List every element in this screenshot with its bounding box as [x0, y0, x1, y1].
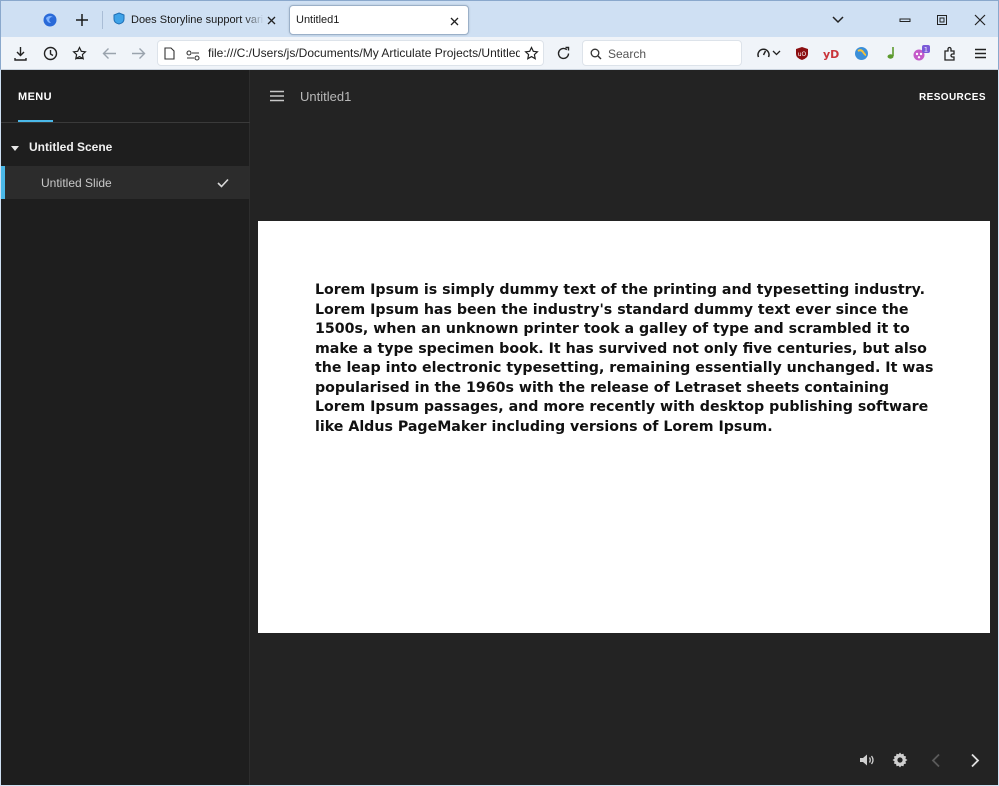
chevron-down-icon[interactable] [767, 40, 785, 66]
tab-separator [102, 11, 103, 29]
svg-text:uO: uO [798, 51, 807, 58]
menu-slide-item[interactable]: Untitled Slide [1, 166, 249, 199]
bookmarks-star-list-icon[interactable] [66, 40, 92, 66]
bookmark-star-icon[interactable] [518, 40, 544, 66]
close-tab-icon[interactable] [446, 13, 462, 29]
browser-nav-bar: file:///C:/Users/js/Documents/My Articul… [0, 37, 999, 70]
slide-title: Untitled Slide [41, 176, 112, 190]
yomitan-icon[interactable]: yD [819, 40, 845, 66]
history-icon[interactable] [37, 40, 63, 66]
tab-untitled1[interactable]: Untitled1 [289, 5, 469, 35]
close-tab-icon[interactable] [263, 12, 279, 28]
scene-item[interactable]: Untitled Scene [11, 140, 112, 154]
volume-icon[interactable] [856, 749, 878, 771]
resources-button[interactable]: RESOURCES [919, 92, 986, 103]
sidebar-divider [1, 122, 250, 123]
address-bar[interactable]: file:///C:/Users/js/Documents/My Articul… [157, 40, 544, 66]
browser-tab-bar: Does Storyline support variable Untitled… [0, 0, 999, 37]
firefox-view-icon[interactable] [35, 5, 65, 35]
forward-arrow-icon[interactable] [125, 40, 151, 66]
new-tab-button[interactable] [67, 5, 97, 35]
next-slide-icon[interactable] [964, 749, 986, 771]
svg-text:1: 1 [924, 45, 928, 53]
storyline-player: MENU Untitled Scene Untitled Slide Untit… [1, 70, 998, 785]
previous-slide-icon[interactable] [925, 749, 947, 771]
page-icon [164, 47, 175, 65]
hamburger-menu-icon[interactable] [269, 89, 285, 107]
restore-window-icon[interactable] [927, 5, 957, 35]
list-all-tabs-icon[interactable] [823, 5, 853, 35]
svg-text:yD: yD [823, 48, 839, 60]
course-title: Untitled1 [300, 89, 352, 104]
sidebar: MENU Untitled Scene Untitled Slide [1, 70, 250, 785]
back-arrow-icon[interactable] [96, 40, 122, 66]
reload-icon[interactable] [550, 40, 576, 66]
checkmark-icon [217, 175, 229, 193]
tab-title: Untitled1 [296, 14, 340, 26]
search-placeholder: Search [608, 47, 647, 61]
url-text: file:///C:/Users/js/Documents/My Articul… [208, 46, 520, 60]
extensions-puzzle-icon[interactable] [937, 40, 963, 66]
site-permissions-icon[interactable] [186, 48, 200, 66]
settings-gear-icon[interactable] [889, 749, 911, 771]
menu-tab[interactable]: MENU [18, 91, 52, 103]
music-note-icon[interactable] [878, 40, 904, 66]
scene-title: Untitled Scene [29, 140, 113, 154]
shield-icon [113, 12, 125, 28]
extension-badge-icon[interactable]: 1 [908, 40, 934, 66]
slide-canvas: Lorem Ipsum is simply dummy text of the … [258, 221, 990, 633]
search-icon [590, 47, 602, 65]
close-window-icon[interactable] [965, 5, 995, 35]
slide-body-text: Lorem Ipsum is simply dummy text of the … [315, 282, 934, 435]
ublock-origin-icon[interactable]: uO [789, 40, 815, 66]
tab-title: Does Storyline support variable [131, 14, 264, 26]
search-input[interactable]: Search [582, 40, 742, 66]
download-icon[interactable] [7, 40, 33, 66]
caret-down-icon [11, 140, 19, 154]
minimize-window-icon[interactable] [890, 5, 920, 35]
tab-storyline-forum[interactable]: Does Storyline support variable [105, 5, 285, 35]
app-menu-icon[interactable] [967, 40, 993, 66]
globe-extension-icon[interactable] [848, 40, 874, 66]
